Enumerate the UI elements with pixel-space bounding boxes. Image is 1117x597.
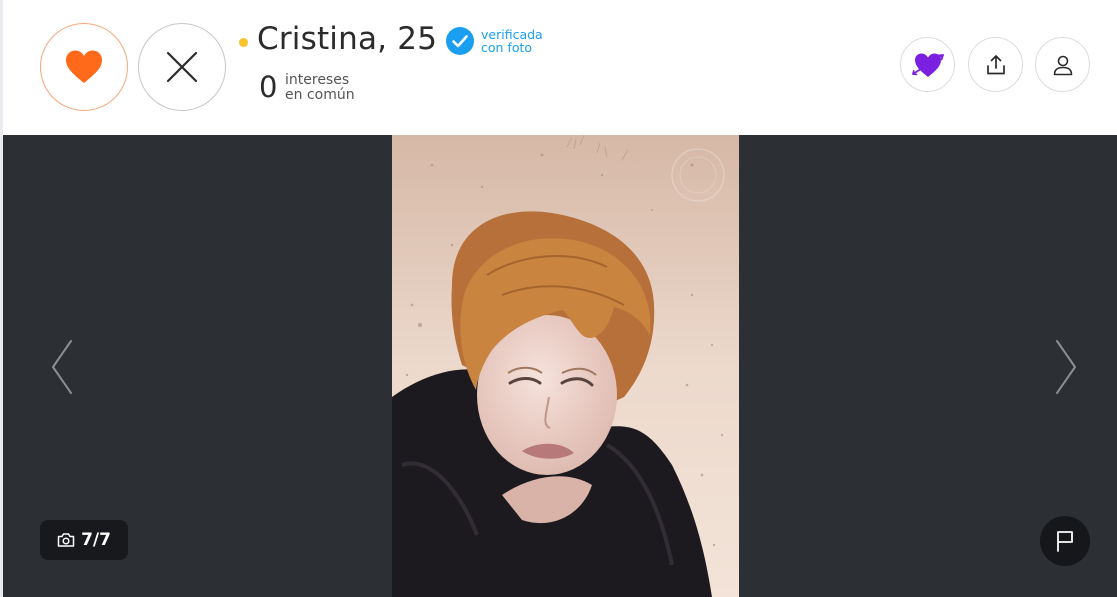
online-status-dot xyxy=(239,38,248,47)
common-interests-label: intereses en común xyxy=(285,73,355,103)
report-button[interactable] xyxy=(1040,516,1090,566)
common-interests-line-2: en común xyxy=(285,87,355,103)
heart-arrow-icon xyxy=(911,53,944,77)
heart-icon xyxy=(66,50,102,83)
photo-verified-label: verificada con foto xyxy=(481,28,543,54)
chevron-left-icon[interactable] xyxy=(47,338,75,396)
verified-line-2: con foto xyxy=(481,40,533,55)
like-button[interactable] xyxy=(40,23,128,111)
share-icon xyxy=(986,54,1005,74)
chevron-right-icon[interactable] xyxy=(1053,338,1081,396)
camera-icon xyxy=(57,533,75,547)
dislike-button[interactable] xyxy=(138,23,226,111)
photo-gallery: 7/7 xyxy=(3,135,1117,597)
profile-name-age: Cristina, 25 xyxy=(257,21,438,57)
user-icon xyxy=(1053,55,1072,75)
photo-counter-text: 7/7 xyxy=(81,530,111,550)
verified-check-icon xyxy=(446,27,474,55)
common-interests-line-1: intereses xyxy=(285,72,350,88)
profile-photo[interactable] xyxy=(392,135,739,597)
share-button[interactable] xyxy=(968,37,1023,92)
user-profile-button[interactable] xyxy=(1035,37,1090,92)
photo-counter-badge: 7/7 xyxy=(40,520,128,560)
crush-button[interactable] xyxy=(900,37,955,92)
profile-photo-image xyxy=(392,135,739,597)
close-icon xyxy=(166,51,198,83)
profile-screen: Cristina, 25 verificada con foto 0 inter… xyxy=(0,0,1117,597)
flag-icon xyxy=(1057,531,1073,552)
profile-header: Cristina, 25 verificada con foto 0 inter… xyxy=(3,0,1117,135)
common-interests-count: 0 xyxy=(259,70,278,104)
